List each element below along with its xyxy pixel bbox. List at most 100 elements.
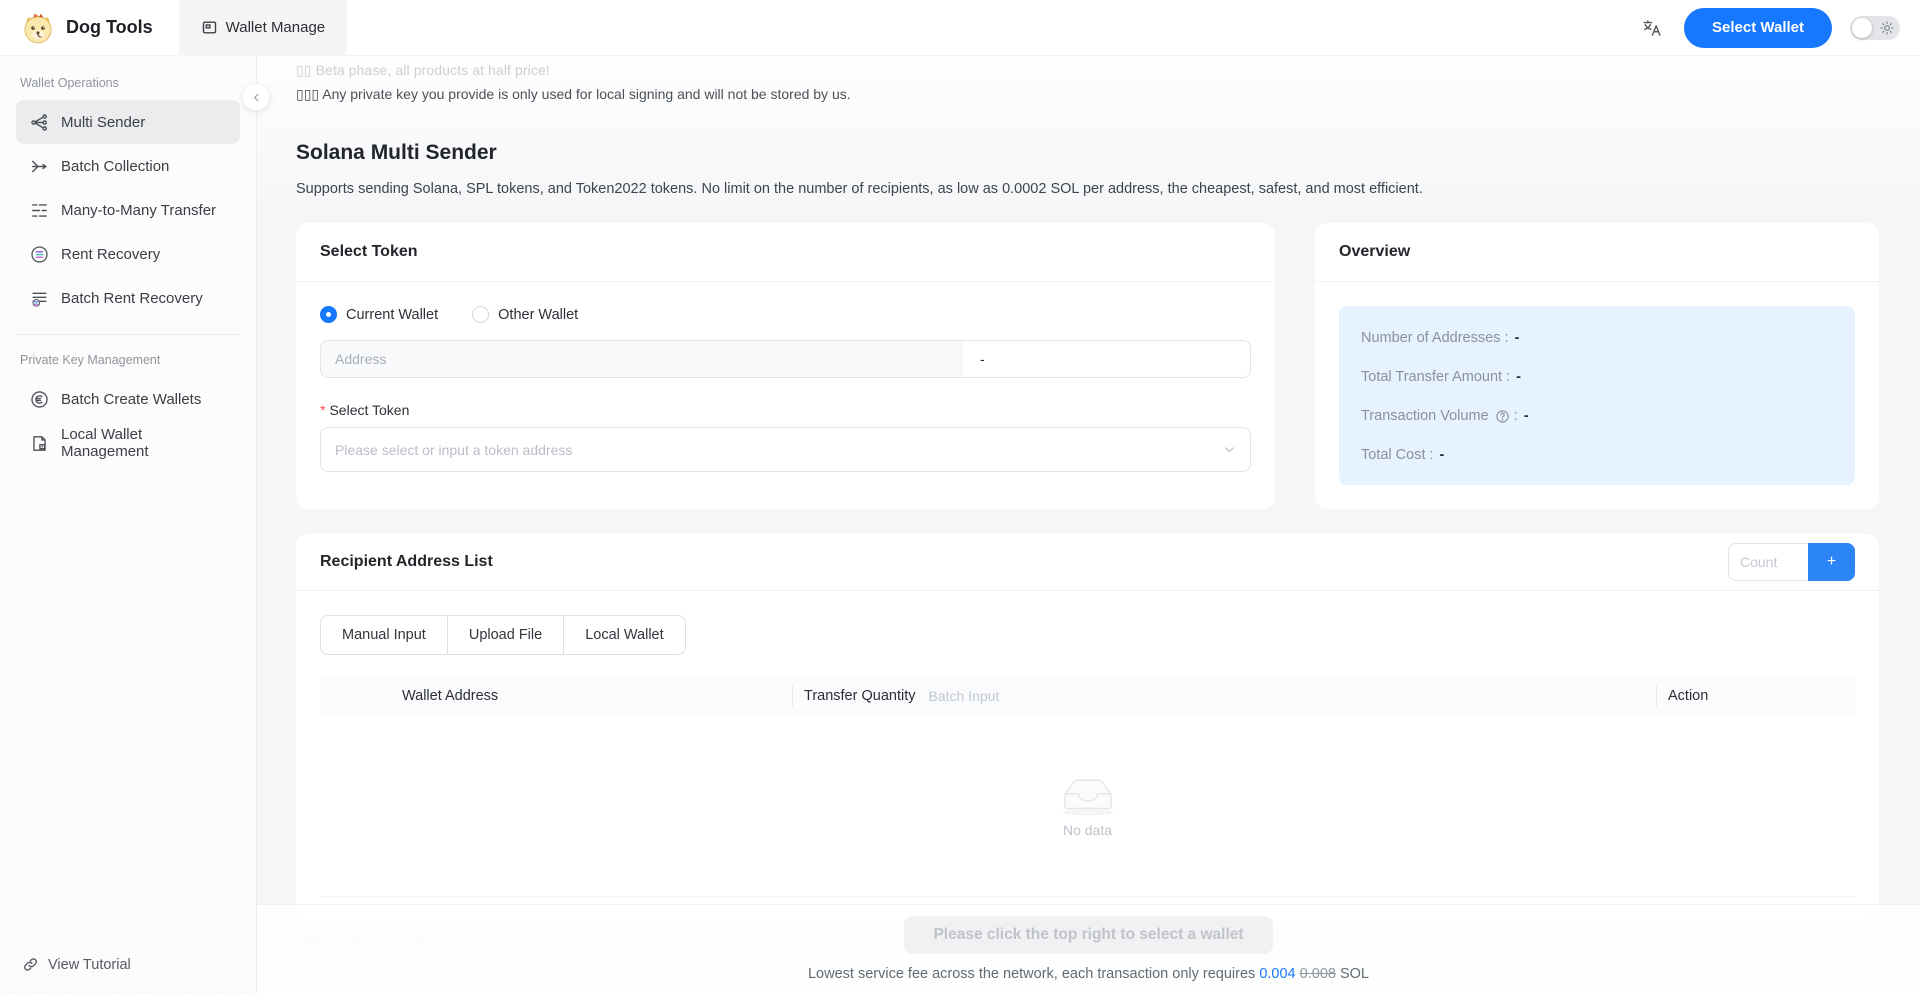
sidebar-item-batch-create-wallets[interactable]: Batch Create Wallets (16, 377, 240, 421)
column-transfer-quantity: Transfer Quantity Batch Input (792, 677, 1656, 715)
action-footer: Please click the top right to select a w… (257, 904, 1920, 993)
wallet-manage-icon (201, 19, 218, 36)
sidebar: Wallet Operations Multi Sender Batch Col… (0, 56, 257, 993)
notice-marquee-line-faded: ▯▯ Beta phase, all products at half pric… (296, 62, 1879, 79)
page-description: Supports sending Solana, SPL tokens, and… (296, 181, 1879, 197)
empty-inbox-icon (1056, 774, 1120, 816)
overview-label: Total Cost (1361, 447, 1425, 463)
brand: Dog Tools (20, 10, 153, 46)
recipient-card: Recipient Address List + Manual Input Up… (296, 534, 1879, 921)
sidebar-item-rent-recovery[interactable]: Rent Recovery (16, 232, 240, 276)
batch-input-field[interactable]: Batch Input (928, 688, 999, 704)
top-nav: Wallet Manage (179, 0, 348, 56)
multi-sender-icon (30, 113, 49, 132)
table-empty-state: No data (320, 715, 1855, 897)
add-rows-button[interactable]: + (1808, 543, 1855, 581)
recipient-card-header: Recipient Address List + (296, 534, 1879, 591)
translate-icon[interactable] (1638, 14, 1666, 42)
sidebar-item-local-wallet-management[interactable]: Local Wallet Management (16, 421, 240, 465)
overview-card-title: Overview (1315, 223, 1879, 282)
tab-upload-file[interactable]: Upload File (447, 615, 564, 655)
select-wallet-button[interactable]: Select Wallet (1684, 8, 1832, 48)
batch-collection-icon (30, 157, 49, 176)
link-icon (22, 956, 39, 973)
tab-wallet-manage[interactable]: Wallet Manage (179, 0, 348, 56)
transfer-quantity-label: Transfer Quantity (804, 688, 915, 704)
fee-note: Lowest service fee across the network, e… (808, 966, 1369, 982)
wallet-source-radio-group: Current Wallet Other Wallet (320, 306, 1251, 323)
sidebar-item-batch-collection[interactable]: Batch Collection (16, 144, 240, 188)
tab-manual-input[interactable]: Manual Input (320, 615, 448, 655)
theme-toggle[interactable] (1850, 16, 1900, 40)
radio-other-wallet[interactable]: Other Wallet (472, 306, 578, 323)
fee-suffix: SOL (1336, 966, 1369, 982)
recipient-card-body: Manual Input Upload File Local Wallet Wa… (296, 591, 1879, 921)
wallet-file-icon (30, 434, 49, 453)
sidebar-item-label: Local Wallet Management (61, 426, 226, 460)
recipient-table: Wallet Address Transfer Quantity Batch I… (320, 677, 1855, 897)
question-circle-icon[interactable] (1495, 409, 1510, 424)
radio-checked-icon (320, 306, 337, 323)
column-wallet-address: Wallet Address (390, 677, 792, 715)
sidebar-item-label: Batch Rent Recovery (61, 290, 203, 307)
fee-prefix: Lowest service fee across the network, e… (808, 966, 1259, 982)
radio-other-wallet-label: Other Wallet (498, 307, 578, 323)
overview-card: Overview Number of Addresses : - Total T… (1315, 223, 1879, 509)
radio-current-wallet[interactable]: Current Wallet (320, 306, 438, 323)
address-input-group: Address - (320, 340, 1251, 378)
many-to-many-icon (30, 201, 49, 220)
sidebar-item-multi-sender[interactable]: Multi Sender (16, 100, 240, 144)
overview-row-transfer-amount: Total Transfer Amount : - (1361, 369, 1833, 385)
input-mode-tabs: Manual Input Upload File Local Wallet (320, 615, 686, 655)
overview-label-text: Transaction Volume (1361, 408, 1489, 424)
recipient-card-title: Recipient Address List (320, 553, 1728, 571)
sidebar-collapse-button[interactable] (243, 84, 269, 110)
coin-icon (30, 390, 49, 409)
notice-marquee-line: ▯▯▯ Any private key you provide is only … (296, 86, 1879, 103)
address-value: - (962, 341, 1250, 377)
sidebar-divider (16, 334, 240, 335)
sidebar-item-batch-rent-recovery[interactable]: Batch Rent Recovery (16, 276, 240, 320)
radio-current-wallet-label: Current Wallet (346, 307, 438, 323)
select-token-field-label: * Select Token (320, 402, 1251, 418)
column-action: Action (1656, 677, 1855, 715)
address-addon-label: Address (321, 341, 962, 377)
sidebar-item-label: Batch Collection (61, 158, 169, 175)
fee-current: 0.004 (1259, 966, 1295, 982)
sidebar-item-many-to-many[interactable]: Many-to-Many Transfer (16, 188, 240, 232)
chevron-down-icon (1223, 443, 1236, 456)
count-input[interactable] (1728, 543, 1808, 581)
token-select-placeholder: Please select or input a token address (335, 442, 1223, 458)
app-title: Dog Tools (66, 17, 153, 38)
colon: : (1425, 447, 1433, 463)
tab-local-wallet[interactable]: Local Wallet (563, 615, 685, 655)
colon: : (1500, 330, 1508, 346)
overview-value: - (1516, 369, 1521, 385)
overview-row-addresses: Number of Addresses : - (1361, 330, 1833, 346)
colon: : (1510, 408, 1518, 424)
column-select (320, 677, 390, 715)
radio-unchecked-icon (472, 306, 489, 323)
select-token-card-title: Select Token (296, 223, 1275, 282)
select-token-label-text: Select Token (329, 402, 409, 418)
page-title: Solana Multi Sender (296, 141, 1879, 165)
submit-button-disabled[interactable]: Please click the top right to select a w… (904, 916, 1272, 954)
dog-logo-icon (20, 10, 56, 46)
main-content: ▯▯ Beta phase, all products at half pric… (257, 56, 1920, 993)
toggle-knob (1852, 18, 1872, 38)
token-select[interactable]: Please select or input a token address (320, 427, 1251, 472)
section-private-key-management: Private Key Management (20, 353, 236, 367)
overview-row-transaction-volume: Transaction Volume : - (1361, 408, 1833, 424)
app-header: Dog Tools Wallet Manage Select Wallet (0, 0, 1920, 56)
sidebar-item-label: Rent Recovery (61, 246, 160, 263)
overview-value: - (1515, 330, 1520, 346)
sidebar-item-label: Batch Create Wallets (61, 391, 201, 408)
fee-original: 0.008 (1300, 966, 1336, 982)
empty-text: No data (1063, 822, 1112, 838)
batch-rent-recovery-icon (30, 289, 49, 308)
wallet-manage-label: Wallet Manage (226, 19, 326, 36)
section-wallet-operations: Wallet Operations (20, 76, 236, 90)
view-tutorial-link[interactable]: View Tutorial (16, 956, 240, 973)
cards-row: Select Token Current Wallet Other Wallet… (296, 223, 1879, 509)
solana-circle-icon (30, 245, 49, 264)
